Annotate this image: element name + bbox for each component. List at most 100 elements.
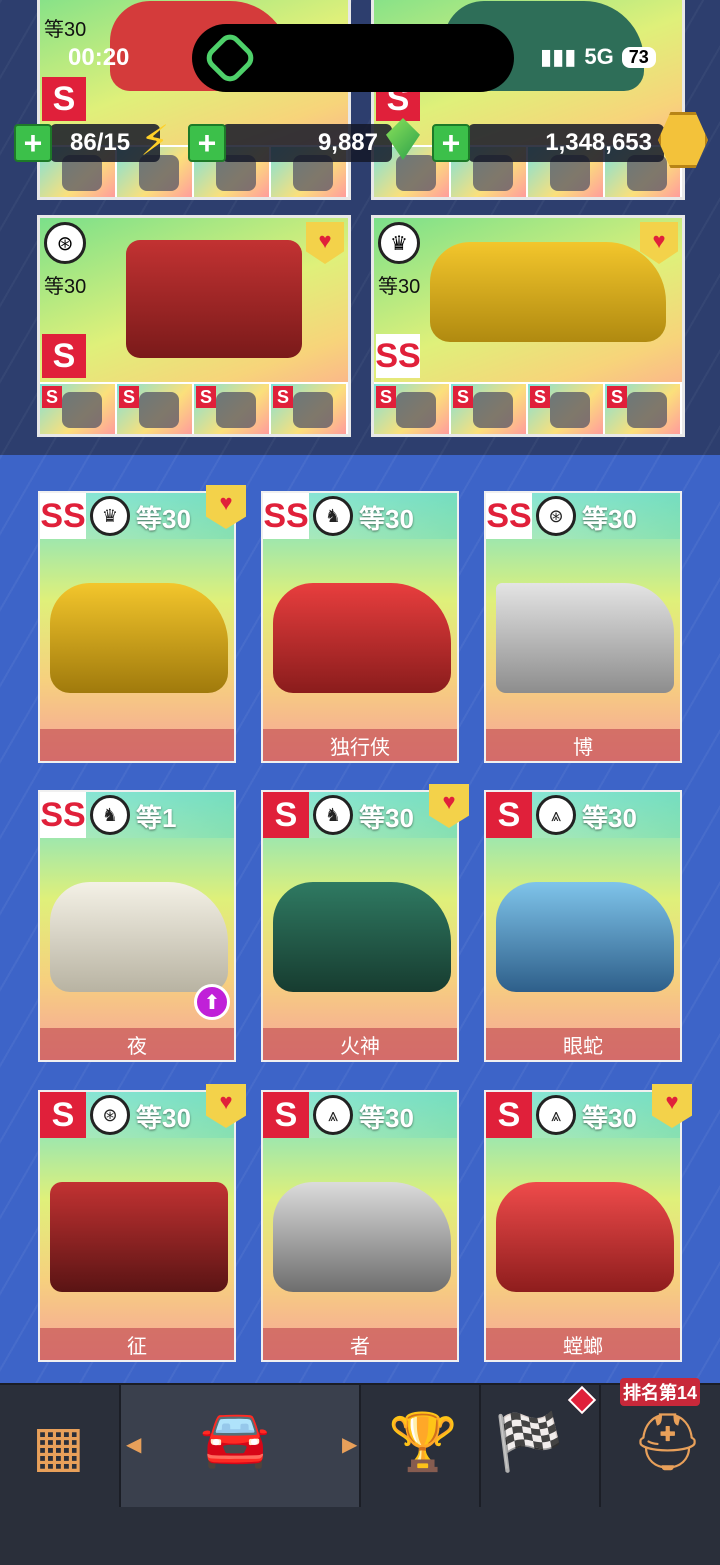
coin-value: 1,348,653 [545,129,652,156]
part-engine: S [117,384,194,434]
car-card[interactable]: S ⩓ 等30 ♥ 螳螂 [484,1084,692,1362]
part-engine: S [451,384,528,434]
level-label: 等30 [136,1103,191,1133]
car-image [126,240,302,358]
level-label: 等1 [136,803,177,833]
car-card[interactable]: S ⩓ 等30 者 [261,1090,459,1362]
wheel-icon: ⊛ [90,1095,130,1135]
car-card[interactable]: SS ♞ 等30 独行侠 [261,491,459,763]
grade-badge: S [486,792,532,838]
shop-box-icon[interactable]: ▦ [32,1413,85,1479]
favorite-heart-icon[interactable]: ♥ [306,222,344,264]
part-tire: S [605,384,682,434]
lightning-icon: ⚡ [140,117,170,164]
nav-right-arrow-icon[interactable]: ▶ [342,1432,357,1457]
road-icon: ⩓ [536,795,576,835]
level-label: 等30 [136,504,191,534]
car-image [273,1182,451,1292]
helmet-icon[interactable]: ⛑ [632,1409,703,1475]
level-label: 等30 [359,1103,414,1133]
bottom-nav: ▦ 🚘 🏆 🏁 ⛑ [0,1383,720,1565]
car-image [50,1182,228,1292]
garage-car-icon[interactable]: 🚘 [200,1405,270,1471]
nav-left-arrow-icon[interactable]: ◀ [126,1432,141,1457]
add-coins-button[interactable]: + [432,124,470,162]
car-card[interactable]: S ⊛ 等30 ♥ 征 [38,1084,246,1362]
wheel-icon: ⊛ [44,222,86,264]
gem-counter: 9,887 [222,124,392,162]
status-time: 00:20 [68,44,130,71]
race-flags-icon[interactable]: 🏁 [494,1409,564,1475]
car-name: 火神 [263,1028,457,1060]
level-label: 等30 [378,276,421,298]
car-card-featured-1[interactable]: ⊛ 等30 ♥ S S S S S [37,215,351,437]
gem-value: 9,887 [317,129,378,156]
car-image [50,583,228,693]
part-wheel: S [374,384,451,434]
car-name: 眼蛇 [486,1028,680,1060]
grade-badge: S [42,334,86,378]
level-label: 等30 [359,504,414,534]
link-icon [201,29,259,87]
grade-badge: S [263,1092,309,1138]
car-image [496,882,674,992]
level-label: 等30 [582,1103,637,1133]
upgrade-arrow-icon[interactable]: ⬆ [194,984,230,1020]
level-label: 等30 [359,803,414,833]
horse-icon: ♞ [313,795,353,835]
car-name: 博 [486,729,680,761]
car-card[interactable]: SS ♞ 等1 ⬆ 夜 [38,790,236,1062]
road-icon: ⩓ [313,1095,353,1135]
trophy-icon[interactable]: 🏆 [388,1409,458,1475]
rank-badge: 排名第14 [620,1378,700,1406]
battery-level: 73 [621,46,656,68]
level-label: 等30 [44,276,87,298]
grade-badge: S [486,1092,532,1138]
grade-badge: SS [40,792,86,838]
car-image [50,882,228,992]
status-indicators: ▮▮▮ 5G 73 [540,44,656,70]
car-name [40,729,234,761]
car-card[interactable]: SS ♛ 等30 ♥ [38,485,246,763]
fuel-value: 86/15 [70,129,131,156]
car-name: 独行侠 [263,729,457,761]
car-name: 者 [263,1328,457,1360]
level-label: 等30 [582,504,637,534]
add-fuel-button[interactable]: + [14,124,52,162]
level-label: 等30 [582,803,637,833]
car-card[interactable]: S ⩓ 等30 眼蛇 [484,790,682,1062]
car-name: 螳螂 [486,1328,680,1360]
grade-badge: SS [375,334,421,378]
car-image [496,1182,674,1292]
add-gems-button[interactable]: + [188,124,226,162]
horse-icon: ♞ [90,795,130,835]
coin-counter: 1,348,653 [468,124,664,162]
parts-row: S S S S [374,382,682,434]
road-icon: ⩓ [536,1095,576,1135]
dynamic-island [192,24,514,92]
network-label: 5G [584,44,614,69]
parts-row: S S S S [40,382,348,434]
signal-icon: ▮▮▮ [540,44,577,69]
grade-badge: SS [263,493,309,539]
part-suspension: S [528,384,605,434]
car-image [430,242,666,342]
car-image [273,882,451,992]
car-card-featured-2[interactable]: ♛ 等30 ♥ SS S S S S [371,215,685,437]
grade-badge: S [42,77,86,121]
part-suspension: S [194,384,271,434]
grade-badge: S [263,792,309,838]
crown-icon: ♛ [90,496,130,536]
part-tire: S [271,384,348,434]
part-wheel: S [40,384,117,434]
car-card[interactable]: SS ⊛ 等30 博 [484,491,682,763]
car-card[interactable]: S ♞ 等30 ♥ 火神 [261,784,469,1062]
grade-badge: SS [486,493,532,539]
grade-badge: SS [40,493,86,539]
car-image [273,583,451,693]
car-image [496,583,674,693]
crown-icon: ♛ [378,222,420,264]
wheel-icon: ⊛ [536,496,576,536]
car-name: 夜 [40,1028,234,1060]
level-label: 等30 [44,19,87,41]
